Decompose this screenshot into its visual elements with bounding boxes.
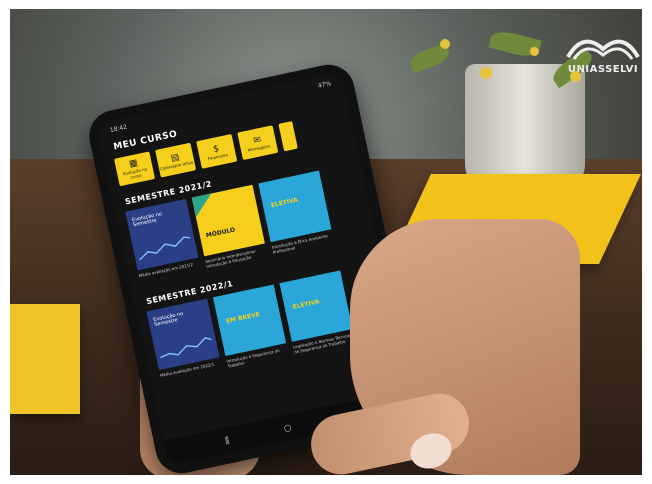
recent-apps-icon[interactable]: ⫼ <box>224 436 230 447</box>
plant-flower <box>440 39 450 49</box>
photo-scene: 18:42 47% MEU CURSO ▦ Evolução no curso … <box>10 9 642 475</box>
tile-evolucao[interactable]: ▦ Evolução no curso <box>114 151 156 187</box>
card-modulo[interactable]: MÓDULO <box>191 184 265 257</box>
tile-calendario[interactable]: ▤ Calendário letivo <box>155 142 197 178</box>
card-label: Evolução no Semestre <box>131 211 163 229</box>
card-label: ELETIVA <box>292 298 321 311</box>
card-corner <box>191 193 216 218</box>
tile-label: Financeiro <box>207 151 229 161</box>
card-eletiva-2021[interactable]: ELETIVA <box>258 170 332 243</box>
line-chart-icon <box>139 236 191 261</box>
card-em-breve[interactable]: EM BREVE <box>212 284 287 357</box>
yellow-notebook <box>10 304 80 414</box>
card-label: ELETIVA <box>270 196 299 210</box>
card-label: EM BREVE <box>225 311 261 326</box>
tile-more[interactable] <box>278 121 298 152</box>
tile-financeiro[interactable]: $ Financeiro <box>196 133 238 169</box>
tile-label: Mensagens <box>247 142 271 153</box>
card-label: Evolução no Semestre <box>152 310 184 329</box>
card-label: MÓDULO <box>205 226 236 240</box>
logo-text: UNIASSELVI <box>567 64 639 75</box>
line-chart-icon <box>160 337 212 359</box>
plant-flower <box>530 47 539 56</box>
tile-label: Evolução no curso <box>122 166 148 180</box>
uniasselvi-logo: UNIASSELVI <box>558 23 642 83</box>
card-eletiva-2022[interactable]: ELETIVA <box>279 270 353 342</box>
card-evolucao-2022[interactable]: Evolução no Semestre <box>146 298 220 371</box>
book-wing-icon <box>566 39 640 60</box>
plant-flower <box>480 67 492 79</box>
status-battery: 47% <box>317 80 332 90</box>
home-icon[interactable]: ○ <box>283 423 293 434</box>
status-time: 18:42 <box>109 123 128 135</box>
tile-mensagens[interactable]: ✉ Mensagens <box>237 125 279 161</box>
card-evolucao-2021[interactable]: Evolução no Semestre <box>125 198 199 271</box>
